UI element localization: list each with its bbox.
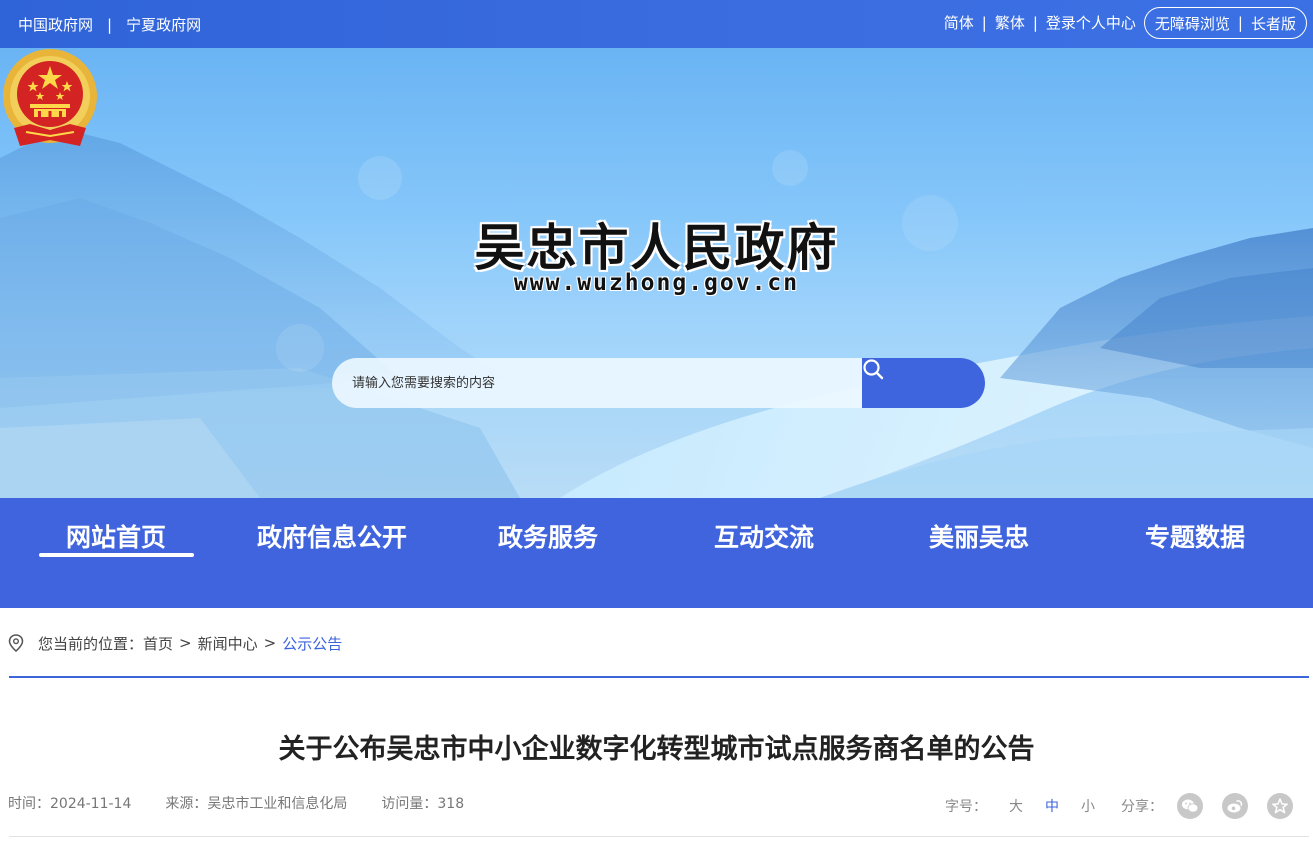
location-pin-icon	[8, 634, 24, 652]
meta-divider	[9, 836, 1309, 837]
article-title: 关于公布吴忠市中小企业数字化转型城市试点服务商名单的公告	[278, 734, 1035, 765]
nav-item-gov-info[interactable]: 政府信息公开	[224, 518, 440, 554]
breadcrumb-news-center[interactable]: 新闻中心	[198, 633, 258, 654]
top-bar: 中国政府网 | 宁夏政府网 简体 | 繁体 | 登录个人中心 无障碍浏览 | 长…	[0, 0, 1313, 48]
top-bar-separator: |	[107, 15, 113, 34]
nav-active-underline	[39, 553, 194, 557]
breadcrumb-separator: >	[263, 634, 277, 652]
login-personal-center-link[interactable]: 登录个人中心	[1046, 7, 1136, 39]
accessibility-box: 无障碍浏览 | 长者版	[1143, 7, 1307, 39]
font-size-small[interactable]: 小	[1081, 796, 1095, 816]
favorite-star-icon	[1272, 798, 1288, 814]
header-banner: 吴忠市人民政府 www.wuzhong.gov.cn	[0, 48, 1313, 498]
wechat-share-button[interactable]	[1177, 793, 1203, 819]
breadcrumb-home[interactable]: 首页	[143, 633, 173, 654]
weibo-icon	[1227, 800, 1243, 813]
weibo-share-button[interactable]	[1222, 793, 1248, 819]
top-bar-separator: |	[981, 14, 987, 32]
nav-item-gov-services[interactable]: 政务服务	[440, 518, 656, 554]
nav-item-beautiful-wuzhong[interactable]: 美丽吴忠	[871, 518, 1087, 554]
elderly-version-link[interactable]: 长者版	[1251, 13, 1296, 34]
ningxia-gov-link[interactable]: 宁夏政府网	[126, 14, 201, 35]
favorite-share-button[interactable]	[1267, 793, 1293, 819]
top-bar-right-links: 简体 | 繁体 | 登录个人中心 无障碍浏览 | 长者版	[944, 7, 1307, 39]
national-emblem-icon	[3, 49, 97, 146]
top-bar-left-links: 中国政府网 | 宁夏政府网	[18, 14, 201, 35]
nav-item-topic-data[interactable]: 专题数据	[1087, 518, 1303, 554]
breadcrumb: 您当前的位置： 首页 > 新闻中心 > 公示公告	[8, 633, 342, 653]
traditional-chinese-link[interactable]: 繁体	[995, 7, 1025, 39]
article-meta: 时间：2024-11-14 来源：吴忠市工业和信息化局 访问量：318	[8, 793, 464, 813]
top-bar-separator: |	[1237, 14, 1243, 32]
search-icon	[863, 359, 884, 380]
breadcrumb-divider	[9, 676, 1309, 678]
nav-item-home[interactable]: 网站首页	[8, 518, 224, 554]
simplified-chinese-link[interactable]: 简体	[944, 7, 974, 39]
breadcrumb-announcements[interactable]: 公示公告	[282, 633, 342, 654]
search-box	[332, 358, 985, 408]
accessible-browsing-link[interactable]: 无障碍浏览	[1155, 13, 1230, 34]
font-size-medium[interactable]: 中	[1045, 796, 1059, 816]
article-time: 时间：2024-11-14	[8, 796, 132, 812]
nav-item-interaction[interactable]: 互动交流	[656, 518, 872, 554]
search-input[interactable]	[332, 358, 872, 408]
breadcrumb-separator: >	[179, 634, 192, 652]
breadcrumb-prefix: 您当前的位置：	[38, 634, 144, 653]
top-bar-separator: |	[1032, 14, 1038, 32]
china-gov-link[interactable]: 中国政府网	[18, 14, 93, 35]
article-source: 来源：吴忠市工业和信息化局	[165, 796, 348, 812]
article-views: 访问量：318	[381, 796, 465, 812]
main-nav: 网站首页 政府信息公开 政务服务 互动交流 美丽吴忠 专题数据	[0, 498, 1313, 608]
article-tools: 字号： 大 中 小 分享：	[945, 793, 1293, 819]
wechat-icon	[1182, 799, 1199, 813]
font-size-large[interactable]: 大	[1009, 796, 1023, 816]
font-size-label: 字号：	[945, 799, 987, 815]
search-button[interactable]	[862, 358, 985, 408]
site-url: www.wuzhong.gov.cn	[513, 270, 800, 296]
share-label: 分享：	[1121, 799, 1163, 815]
